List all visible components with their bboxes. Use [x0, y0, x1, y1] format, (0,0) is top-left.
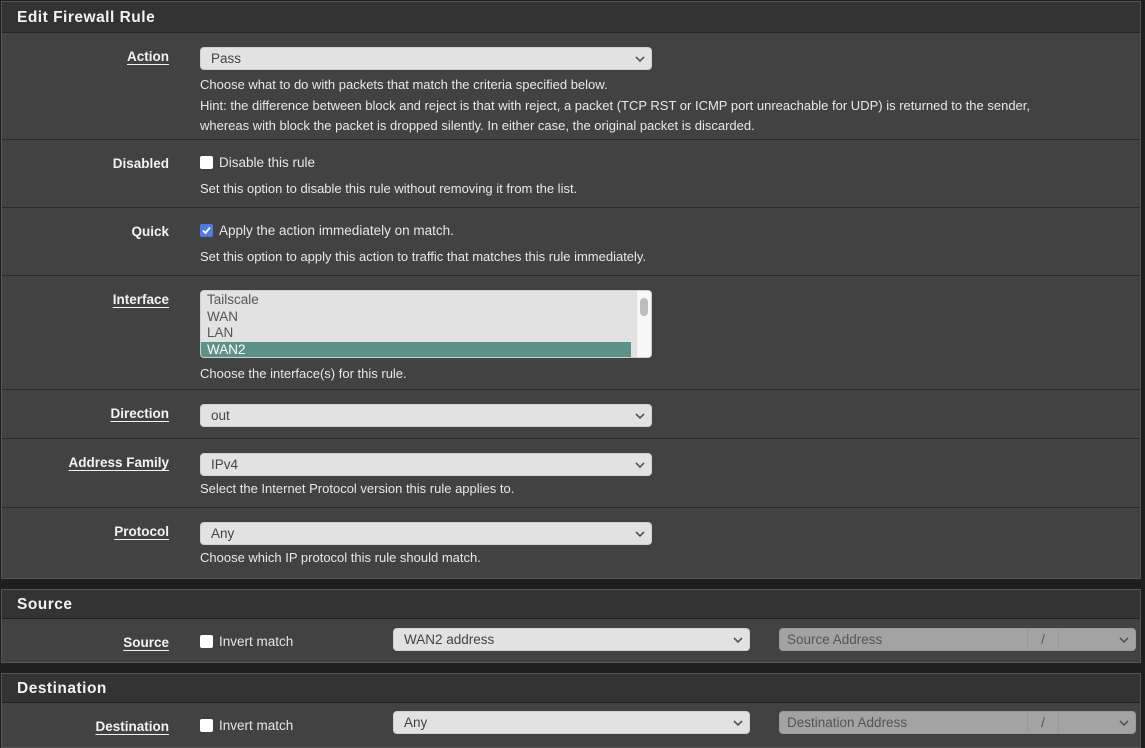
chevron-down-icon	[635, 523, 645, 538]
chevron-down-icon	[635, 454, 645, 469]
source-invert-label[interactable]: Invert match	[219, 634, 293, 649]
destination-type-select[interactable]: Any	[393, 711, 750, 734]
destination-address-group: Destination Address /	[779, 711, 1136, 734]
chevron-down-icon	[1119, 637, 1129, 644]
destination-type-value: Any	[404, 715, 428, 730]
action-help-line: Choose what to do with packets that matc…	[200, 77, 608, 92]
protocol-select[interactable]: Any	[200, 522, 652, 545]
source-invert-checkbox[interactable]	[200, 635, 213, 648]
disabled-row: Disabled Disable this rule Set this opti…	[2, 140, 1140, 208]
protocol-help: Choose which IP protocol this rule shoul…	[200, 550, 481, 565]
interface-label[interactable]: Interface	[0, 292, 169, 307]
chevron-down-icon	[1119, 720, 1129, 727]
checkmark-icon	[202, 226, 211, 235]
disabled-checkbox[interactable]	[200, 156, 213, 169]
quick-checkbox[interactable]	[200, 224, 213, 237]
source-label[interactable]: Source	[0, 635, 169, 650]
disabled-checkbox-label[interactable]: Disable this rule	[219, 155, 315, 170]
source-panel: Source Source Invert match WAN2 address …	[1, 589, 1141, 663]
quick-row: Quick Apply the action immediately on ma…	[2, 208, 1140, 276]
destination-invert-label[interactable]: Invert match	[219, 718, 293, 733]
disabled-checkbox-group[interactable]: Disable this rule	[200, 155, 315, 170]
destination-mask-select[interactable]	[1119, 712, 1129, 727]
action-help-line: whereas with block the packet is dropped…	[200, 118, 755, 133]
source-type-select[interactable]: WAN2 address	[393, 628, 750, 651]
protocol-row: Protocol Any Choose which IP protocol th…	[2, 508, 1140, 577]
source-panel-title: Source	[2, 590, 1140, 619]
protocol-value: Any	[211, 526, 235, 541]
address-family-row: Address Family IPv4 Select the Internet …	[2, 439, 1140, 508]
panel-title: Edit Firewall Rule	[2, 2, 1140, 33]
scrollbar-thumb[interactable]	[640, 298, 648, 316]
destination-row: Destination Invert match Any Destination…	[2, 703, 1140, 747]
action-value: Pass	[211, 51, 242, 66]
chevron-down-icon	[733, 712, 743, 727]
quick-help: Set this option to apply this action to …	[200, 249, 647, 264]
edit-firewall-rule-panel: Edit Firewall Rule Action Pass Choose wh…	[1, 1, 1141, 579]
disabled-label: Disabled	[112, 156, 169, 171]
interface-option-selected[interactable]: WAN2	[201, 341, 631, 357]
interface-option[interactable]: LAN	[201, 325, 631, 342]
address-family-value: IPv4	[211, 457, 239, 472]
quick-label: Quick	[131, 224, 169, 239]
interface-option[interactable]: WAN	[201, 309, 631, 326]
source-slash: /	[1027, 629, 1059, 650]
interface-help: Choose the interface(s) for this rule.	[200, 366, 407, 381]
direction-label[interactable]: Direction	[0, 406, 169, 421]
destination-invert-group[interactable]: Invert match	[200, 718, 293, 733]
action-select[interactable]: Pass	[200, 47, 652, 70]
source-mask-select[interactable]	[1119, 629, 1129, 644]
source-address-input[interactable]: Source Address	[787, 629, 882, 650]
interface-scrollbar[interactable]	[636, 291, 651, 357]
source-address-group: Source Address /	[779, 628, 1136, 651]
direction-row: Direction out	[2, 390, 1140, 439]
quick-checkbox-label[interactable]: Apply the action immediately on match.	[219, 223, 454, 238]
action-help-line: Hint: the difference between block and r…	[200, 97, 1031, 113]
action-label[interactable]: Action	[0, 49, 169, 64]
protocol-label[interactable]: Protocol	[0, 524, 169, 539]
address-family-select[interactable]: IPv4	[200, 453, 652, 476]
direction-value: out	[211, 408, 230, 423]
chevron-down-icon	[733, 629, 743, 644]
source-row: Source Invert match WAN2 address Source …	[2, 619, 1140, 661]
disabled-help: Set this option to disable this rule wit…	[200, 181, 578, 196]
destination-label[interactable]: Destination	[0, 719, 169, 734]
quick-checkbox-group[interactable]: Apply the action immediately on match.	[200, 223, 454, 238]
chevron-down-icon	[635, 48, 645, 63]
source-invert-group[interactable]: Invert match	[200, 634, 293, 649]
destination-panel: Destination Destination Invert match Any…	[1, 673, 1141, 748]
source-type-value: WAN2 address	[404, 632, 495, 647]
interface-listbox[interactable]: Tailscale WAN LAN WAN2	[200, 290, 652, 358]
interface-option[interactable]: Tailscale	[201, 292, 631, 309]
action-row: Action Pass Choose what to do with packe…	[2, 33, 1140, 140]
direction-select[interactable]: out	[200, 404, 652, 427]
interface-row: Interface Tailscale WAN LAN WAN2 Choose …	[2, 276, 1140, 390]
destination-address-input[interactable]: Destination Address	[787, 712, 907, 733]
address-family-help: Select the Internet Protocol version thi…	[200, 481, 515, 496]
destination-panel-title: Destination	[2, 674, 1140, 703]
destination-invert-checkbox[interactable]	[200, 719, 213, 732]
action-help: Choose what to do with packets that matc…	[200, 75, 1130, 137]
address-family-label[interactable]: Address Family	[0, 455, 169, 470]
destination-slash: /	[1027, 712, 1059, 733]
chevron-down-icon	[635, 405, 645, 420]
